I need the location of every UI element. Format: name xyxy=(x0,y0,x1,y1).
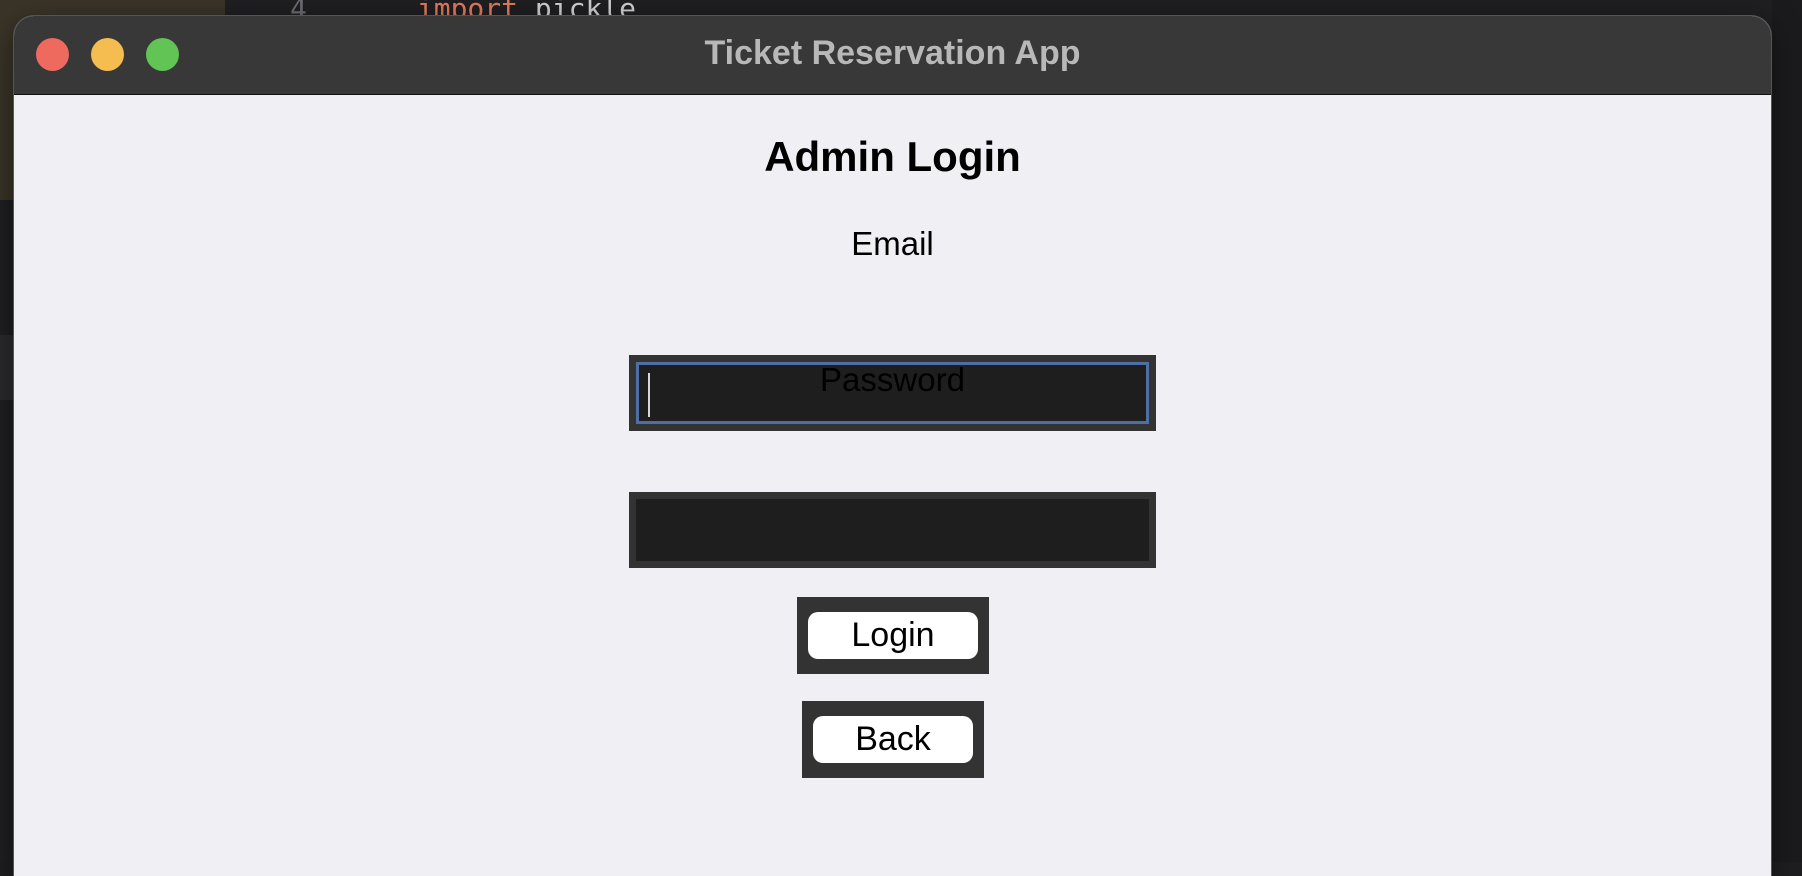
login-button[interactable]: Login xyxy=(808,612,978,659)
page-title: Admin Login xyxy=(764,133,1021,180)
back-button-frame: Back xyxy=(802,701,984,778)
password-field-frame xyxy=(629,492,1156,568)
window-title: Ticket Reservation App xyxy=(704,34,1081,72)
password-label: Password xyxy=(820,361,965,398)
background-right-edge xyxy=(1772,0,1802,862)
background-notch xyxy=(0,335,14,400)
title-bar[interactable]: Ticket Reservation App xyxy=(14,16,1771,95)
login-form: Admin Login Email Password Login Back xyxy=(14,95,1771,876)
password-field-box xyxy=(636,499,1149,561)
back-button[interactable]: Back xyxy=(813,716,973,763)
email-label: Email xyxy=(851,225,934,262)
app-window: Ticket Reservation App Admin Login Email… xyxy=(14,16,1771,876)
login-button-frame: Login xyxy=(797,597,989,674)
password-field[interactable] xyxy=(639,502,1146,558)
